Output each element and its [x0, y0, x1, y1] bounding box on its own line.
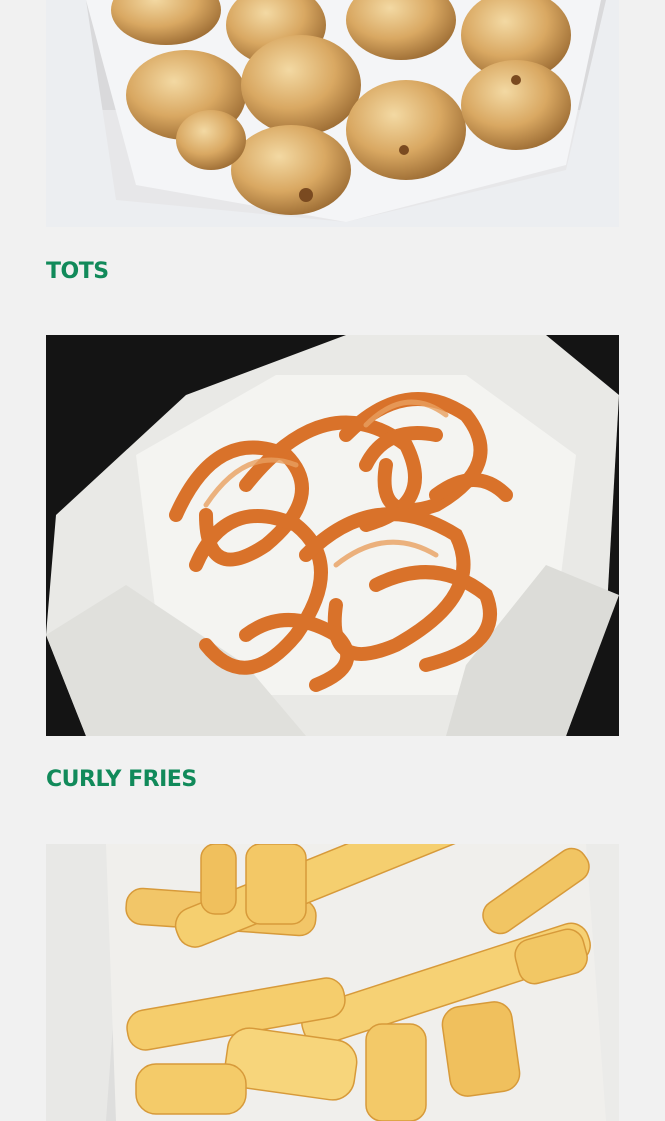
- curly-fries-photo-icon: [46, 335, 619, 736]
- curly-fries-image[interactable]: [46, 335, 619, 736]
- french-fries-photo-icon: [46, 844, 619, 1121]
- curly-fries-title[interactable]: CURLY FRIES: [46, 767, 197, 793]
- tater-tots-photo-icon: [46, 0, 619, 227]
- french-fries-image[interactable]: [46, 844, 619, 1121]
- tots-title[interactable]: TOTS: [46, 259, 109, 285]
- menu-list: TOTS CURLY FRIES: [0, 0, 665, 1121]
- tots-image[interactable]: [46, 0, 619, 227]
